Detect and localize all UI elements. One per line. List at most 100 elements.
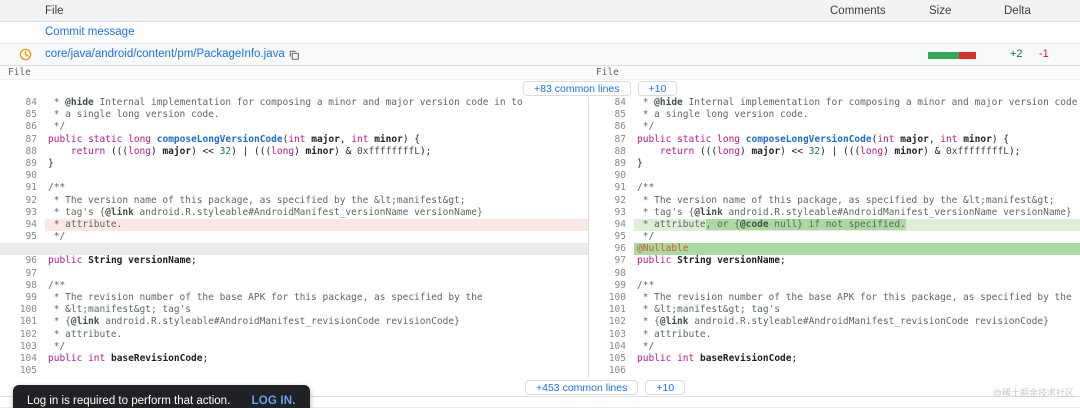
file-row[interactable]: core/java/android/content/pm/PackageInfo… (0, 44, 1080, 66)
code-content[interactable]: /** (634, 280, 1080, 292)
line-number[interactable]: 105 (0, 365, 45, 377)
code-content[interactable]: public int baseRevisionCode; (634, 353, 1080, 365)
code-content[interactable]: * attribute. (634, 329, 1080, 341)
line-number[interactable]: 88 (0, 146, 45, 158)
line-number[interactable]: 96 (589, 243, 634, 255)
line-number[interactable]: 100 (0, 304, 45, 316)
line-number[interactable]: 102 (589, 316, 634, 328)
line-number[interactable]: 93 (589, 207, 634, 219)
line-number[interactable]: 101 (589, 304, 634, 316)
line-number[interactable]: 89 (589, 158, 634, 170)
code-content[interactable] (634, 170, 1080, 182)
code-content[interactable]: } (45, 158, 588, 170)
code-content[interactable]: * The revision number of the base APK fo… (634, 292, 1080, 304)
code-content[interactable]: @Nullable (634, 243, 1080, 256)
code-content[interactable]: public int baseRevisionCode; (45, 353, 588, 365)
line-number[interactable]: 86 (589, 121, 634, 133)
code-content[interactable]: } (634, 158, 1080, 170)
line-number[interactable]: 99 (0, 292, 45, 304)
copy-icon[interactable] (288, 49, 300, 61)
code-content[interactable]: public String versionName; (45, 255, 588, 267)
line-number[interactable]: 85 (589, 109, 634, 121)
line-number[interactable]: 97 (0, 268, 45, 280)
line-number[interactable]: 104 (589, 341, 634, 353)
code-content[interactable] (634, 365, 1080, 377)
code-content[interactable]: * {@link android.R.styleable#AndroidMani… (634, 316, 1080, 328)
expand-common-bottom-button[interactable]: +453 common lines (525, 380, 639, 395)
line-number[interactable]: 92 (589, 195, 634, 207)
code-content[interactable]: * &lt;manifest&gt; tag's (634, 304, 1080, 316)
expand-more-bottom-button[interactable]: +10 (645, 380, 686, 395)
line-number[interactable]: 86 (0, 121, 45, 133)
code-content[interactable]: * &lt;manifest&gt; tag's (45, 304, 588, 316)
line-number[interactable]: 87 (0, 134, 45, 146)
code-content[interactable] (45, 365, 588, 377)
line-number[interactable]: 92 (0, 195, 45, 207)
code-content[interactable]: * @hide Internal implementation for comp… (634, 97, 1080, 109)
code-content[interactable]: */ (45, 231, 588, 243)
code-content[interactable]: * a single long version code. (634, 109, 1080, 121)
file-path-link[interactable]: core/java/android/content/pm/PackageInfo… (45, 48, 285, 60)
expand-more-top-button[interactable]: +10 (637, 81, 678, 96)
code-content[interactable]: return (((long) major) << 32) | (((long)… (634, 146, 1080, 158)
line-number[interactable]: 94 (589, 219, 634, 231)
code-content[interactable]: * The version name of this package, as s… (45, 195, 588, 207)
code-content[interactable]: * attribute, or {@code null} if not spec… (634, 218, 1080, 232)
line-number[interactable]: 95 (589, 231, 634, 243)
code-content[interactable]: public static long composeLongVersionCod… (45, 134, 588, 146)
line-number[interactable]: 98 (589, 268, 634, 280)
line-number[interactable]: 90 (0, 170, 45, 182)
code-content[interactable]: /** (634, 182, 1080, 194)
expand-common-top-button[interactable]: +83 common lines (523, 81, 631, 96)
line-number[interactable]: 90 (589, 170, 634, 182)
code-content[interactable]: */ (634, 231, 1080, 243)
commit-message-row[interactable]: Commit message (0, 22, 1080, 44)
line-number[interactable]: 93 (0, 207, 45, 219)
code-content[interactable]: * {@link android.R.styleable#AndroidMani… (45, 316, 588, 328)
code-content[interactable]: */ (634, 121, 1080, 133)
code-content[interactable]: */ (45, 121, 588, 133)
line-number[interactable]: 106 (589, 365, 634, 377)
code-content[interactable]: * The revision number of the base APK fo… (45, 292, 588, 304)
line-number[interactable]: 91 (589, 182, 634, 194)
line-number[interactable]: 97 (589, 255, 634, 267)
code-content[interactable]: */ (634, 341, 1080, 353)
line-number[interactable]: 89 (0, 158, 45, 170)
line-number[interactable]: 98 (0, 280, 45, 292)
line-number[interactable]: 104 (0, 353, 45, 365)
code-content[interactable]: /** (45, 182, 588, 194)
code-content[interactable]: * tag's {@link android.R.styleable#Andro… (45, 207, 588, 219)
line-number[interactable]: 103 (589, 329, 634, 341)
code-content[interactable]: public static long composeLongVersionCod… (634, 134, 1080, 146)
line-number[interactable]: 85 (0, 109, 45, 121)
line-number[interactable]: 99 (589, 280, 634, 292)
line-number[interactable]: 100 (589, 292, 634, 304)
line-number[interactable]: 88 (589, 146, 634, 158)
line-number[interactable]: 103 (0, 341, 45, 353)
line-number[interactable]: 95 (0, 231, 45, 243)
code-content[interactable]: * @hide Internal implementation for comp… (45, 97, 588, 109)
code-content[interactable] (634, 268, 1080, 280)
code-content[interactable]: public String versionName; (634, 255, 1080, 267)
code-content[interactable] (45, 268, 588, 280)
code-content[interactable]: * a single long version code. (45, 109, 588, 121)
line-number[interactable]: 94 (0, 219, 45, 231)
line-number[interactable]: 96 (0, 255, 45, 267)
commit-message-link[interactable]: Commit message (45, 26, 134, 38)
line-number[interactable]: 84 (589, 97, 634, 109)
code-content[interactable]: * attribute. (45, 329, 588, 341)
code-content[interactable]: * The version name of this package, as s… (634, 195, 1080, 207)
code-content[interactable]: * attribute. (45, 218, 588, 232)
code-content[interactable]: * tag's {@link android.R.styleable#Andro… (634, 207, 1080, 219)
code-content[interactable]: return (((long) major) << 32) | (((long)… (45, 146, 588, 158)
line-number[interactable]: 91 (0, 182, 45, 194)
line-number[interactable]: 105 (589, 353, 634, 365)
line-number[interactable]: 87 (589, 134, 634, 146)
code-content[interactable]: /** (45, 280, 588, 292)
line-number[interactable]: 102 (0, 329, 45, 341)
line-number[interactable]: 101 (0, 316, 45, 328)
code-content[interactable]: */ (45, 341, 588, 353)
line-number[interactable]: 84 (0, 97, 45, 109)
code-content[interactable] (45, 170, 588, 182)
toast-login-button[interactable]: LOG IN. (251, 395, 295, 407)
